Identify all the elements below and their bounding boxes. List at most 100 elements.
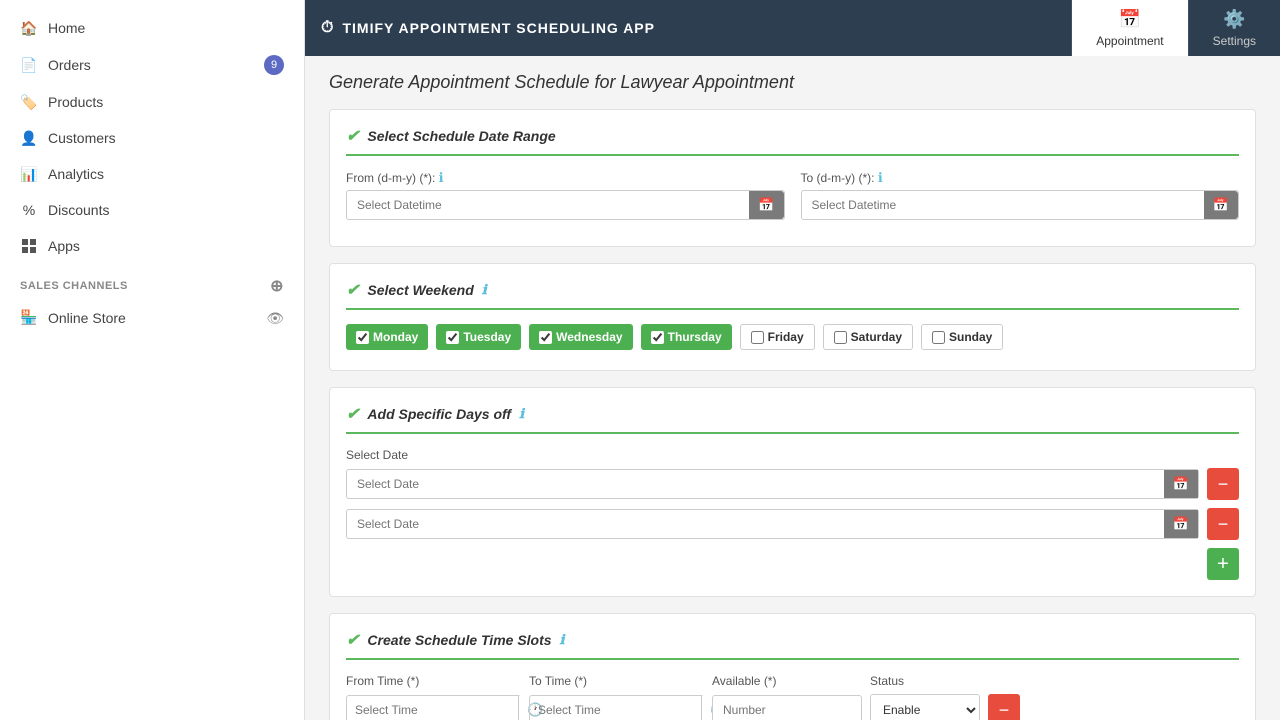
check-icon: ✔ [346,126,359,146]
monday-checkbox[interactable] [356,331,369,344]
sidebar-item-label: Home [48,20,284,36]
sidebar-item-label: Discounts [48,202,284,218]
sidebar-item-label: Analytics [48,166,284,182]
to-date-info-icon[interactable]: ℹ [878,170,883,185]
from-time-input-1-wrap: 🕐 [346,695,521,720]
sidebar-item-home[interactable]: 🏠 Home [0,10,304,46]
from-time-input-1[interactable] [347,696,518,720]
to-time-input-1-wrap: 🕐 [529,695,704,720]
tab-settings[interactable]: ⚙️ Settings [1188,0,1280,56]
remove-timeslot-button-1[interactable]: − [988,694,1020,720]
online-store-label: Online Store [48,310,126,326]
time-slots-info-icon[interactable]: ℹ [560,632,565,648]
sidebar-item-label: Customers [48,130,284,146]
timeslot-row-1: 🕐 🕐 Enable Disable − [346,694,1239,720]
add-channel-icon[interactable]: ⊕ [270,276,284,296]
day-monday[interactable]: Monday [346,324,428,350]
appointment-tab-icon: 📅 [1119,9,1141,30]
settings-tab-label: Settings [1213,34,1256,48]
to-date-input[interactable] [802,191,1204,219]
day-friday[interactable]: Friday [740,324,815,350]
sidebar-item-products[interactable]: 🏷️ Products [0,84,304,120]
timeslot-column-headers: From Time (*) To Time (*) Available (*) … [346,674,1239,688]
sales-channels-label: SALES CHANNELS ⊕ [0,264,304,300]
sidebar-item-customers[interactable]: 👤 Customers [0,120,304,156]
to-time-input-1[interactable] [530,696,701,720]
saturday-label: Saturday [851,330,902,344]
date-range-header: ✔ Select Schedule Date Range [346,126,1239,156]
day-thursday[interactable]: Thursday [641,324,732,350]
add-day-off-button[interactable]: + [1207,548,1239,580]
time-slots-header: ✔ Create Schedule Time Slots ℹ [346,630,1239,660]
available-input-1[interactable] [712,695,862,720]
weekend-title: Select Weekend [367,282,473,298]
monday-label: Monday [373,330,418,344]
days-off-input-2-wrap: 📅 [346,509,1199,539]
remove-day-off-button-2[interactable]: − [1207,508,1239,540]
from-date-input[interactable] [347,191,749,219]
topbar-title: ⏱ TIMIFY APPOINTMENT SCHEDULING APP [321,19,1071,37]
saturday-checkbox[interactable] [834,331,847,344]
days-off-row-1: 📅 − [346,468,1239,500]
from-date-group: From (d-m-y) (*): ℹ 📅 [346,170,785,220]
eye-icon[interactable]: 👁 [266,310,284,327]
from-date-info-icon[interactable]: ℹ [439,170,444,185]
days-off-input-1-wrap: 📅 [346,469,1199,499]
select-date-label: Select Date [346,448,1239,462]
status-select-1[interactable]: Enable Disable [871,695,979,720]
thursday-checkbox[interactable] [651,331,664,344]
date-range-title: Select Schedule Date Range [367,128,555,144]
sidebar-item-label: Apps [48,238,284,254]
wednesday-checkbox[interactable] [539,331,552,344]
store-icon: 🏪 [20,309,38,327]
days-off-section: ✔ Add Specific Days off ℹ Select Date 📅 … [329,387,1256,597]
status-select-1-wrap: Enable Disable [870,694,980,720]
check-icon: ✔ [346,404,359,424]
sidebar-item-analytics[interactable]: 📊 Analytics [0,156,304,192]
days-off-input-1[interactable] [347,470,1164,498]
sidebar: 🏠 Home 📄 Orders 9 🏷️ Products 👤 Customer… [0,0,305,720]
topbar-tabs: 📅 Appointment ⚙️ Settings [1071,0,1280,56]
page-title: Generate Appointment Schedule for Lawyea… [329,72,1256,93]
analytics-icon: 📊 [20,165,38,183]
from-date-calendar-button[interactable]: 📅 [749,191,783,219]
sunday-checkbox[interactable] [932,331,945,344]
sidebar-item-orders[interactable]: 📄 Orders 9 [0,46,304,84]
to-date-calendar-button[interactable]: 📅 [1204,191,1238,219]
day-wednesday[interactable]: Wednesday [529,324,632,350]
date-range-section: ✔ Select Schedule Date Range From (d-m-y… [329,109,1256,247]
sidebar-item-online-store[interactable]: 🏪 Online Store 👁 [0,300,304,336]
remove-day-off-button-1[interactable]: − [1207,468,1239,500]
content-area: Generate Appointment Schedule for Lawyea… [305,56,1280,720]
check-icon: ✔ [346,280,359,300]
day-sunday[interactable]: Sunday [921,324,1003,350]
to-date-group: To (d-m-y) (*): ℹ 📅 [801,170,1240,220]
friday-checkbox[interactable] [751,331,764,344]
day-tuesday[interactable]: Tuesday [436,324,521,350]
days-off-cal-button-1[interactable]: 📅 [1164,470,1198,498]
products-icon: 🏷️ [20,93,38,111]
sunday-label: Sunday [949,330,992,344]
home-icon: 🏠 [20,19,38,37]
day-saturday[interactable]: Saturday [823,324,913,350]
tuesday-checkbox[interactable] [446,331,459,344]
days-off-row-2: 📅 − [346,508,1239,540]
weekend-section: ✔ Select Weekend ℹ Monday Tuesday Wednes… [329,263,1256,371]
weekend-header: ✔ Select Weekend ℹ [346,280,1239,310]
settings-tab-icon: ⚙️ [1223,9,1245,30]
sidebar-item-discounts[interactable]: % Discounts [0,192,304,228]
from-date-label: From (d-m-y) (*): ℹ [346,170,785,186]
days-off-input-2[interactable] [347,510,1164,538]
from-time-col-header: From Time (*) [346,674,521,688]
weekend-info-icon[interactable]: ℹ [482,282,487,298]
tab-appointment[interactable]: 📅 Appointment [1071,0,1187,56]
days-off-cal-button-2[interactable]: 📅 [1164,510,1198,538]
days-off-info-icon[interactable]: ℹ [519,406,524,422]
sidebar-item-apps[interactable]: Apps [0,228,304,264]
days-off-header: ✔ Add Specific Days off ℹ [346,404,1239,434]
weekend-days-row: Monday Tuesday Wednesday Thursday Friday [346,324,1239,350]
add-day-off-row: + [346,548,1239,580]
date-range-row: From (d-m-y) (*): ℹ 📅 To (d-m-y) (*): ℹ [346,170,1239,220]
status-col-header: Status [870,674,1239,688]
from-date-input-wrap: 📅 [346,190,785,220]
